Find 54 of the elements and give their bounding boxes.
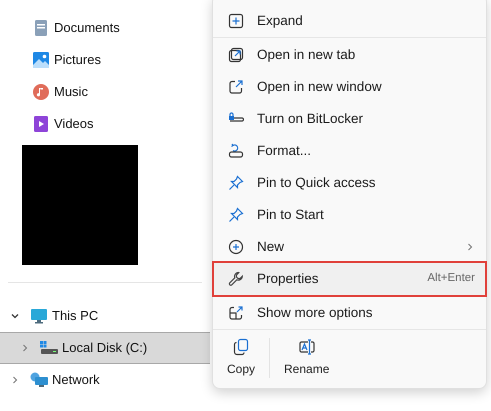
sidebar-item[interactable]: Pictures bbox=[0, 44, 210, 76]
pin-icon bbox=[228, 175, 244, 191]
video-icon bbox=[34, 116, 48, 132]
menu-item[interactable]: Properties Alt+Enter bbox=[214, 263, 485, 295]
tree-item-label: This PC bbox=[52, 307, 98, 326]
wrench-icon bbox=[228, 271, 244, 287]
menu-item-label: New bbox=[257, 238, 286, 256]
menu-item[interactable]: Open in new window bbox=[214, 71, 485, 103]
toolbar-button[interactable]: Rename bbox=[270, 336, 344, 380]
tree-item[interactable]: Network bbox=[0, 364, 210, 396]
menu-item[interactable]: Format... bbox=[214, 135, 485, 167]
toolbar-button[interactable]: Copy bbox=[213, 336, 270, 380]
menu-item[interactable]: New bbox=[214, 231, 485, 263]
sidebar-item[interactable]: Videos bbox=[0, 108, 210, 140]
menu-item[interactable]: Turn on BitLocker bbox=[214, 103, 485, 135]
menu-item[interactable]: Expand bbox=[214, 5, 485, 37]
menu-item[interactable]: Show more options bbox=[214, 297, 485, 329]
chevron-down-icon[interactable] bbox=[10, 311, 20, 321]
document-icon bbox=[35, 20, 47, 36]
shortcut-text: Alt+Enter bbox=[427, 271, 475, 286]
menu-item-label: Format... bbox=[257, 142, 312, 160]
menu-item[interactable]: Pin to Start bbox=[214, 199, 485, 231]
drive-icon bbox=[40, 341, 58, 355]
open-external-icon bbox=[228, 79, 244, 95]
pin-icon bbox=[228, 207, 244, 223]
sidebar-item[interactable]: Music bbox=[0, 76, 210, 108]
menu-item[interactable]: Open in new tab bbox=[214, 39, 485, 71]
tree-item[interactable]: This PC bbox=[0, 300, 210, 332]
sidebar-item[interactable]: Documents bbox=[0, 12, 210, 44]
picture-icon bbox=[33, 52, 49, 68]
menu-item-label: Show more options bbox=[257, 304, 374, 322]
menu-item-label: Turn on BitLocker bbox=[257, 110, 364, 128]
music-note-icon bbox=[33, 84, 49, 100]
menu-item-label: Pin to Start bbox=[257, 206, 325, 224]
menu-item-label: Properties bbox=[257, 270, 320, 288]
format-drive-icon bbox=[228, 143, 244, 159]
menu-item-label: Expand bbox=[257, 12, 304, 30]
menu-item[interactable]: Pin to Quick access bbox=[214, 167, 485, 199]
chevron-right-icon[interactable] bbox=[20, 343, 30, 353]
new-tab-icon bbox=[228, 47, 244, 63]
tree-item[interactable]: Local Disk (C:) bbox=[0, 332, 210, 364]
chevron-right-icon[interactable] bbox=[10, 375, 20, 385]
tree-item-label: Local Disk (C:) bbox=[62, 339, 148, 358]
plus-circle-icon bbox=[228, 239, 244, 255]
menu-item-label: Pin to Quick access bbox=[257, 174, 377, 192]
copy-icon bbox=[232, 338, 250, 356]
network-icon bbox=[30, 372, 48, 388]
menu-item-label: Open in new tab bbox=[257, 46, 356, 64]
tree-item-label: Network bbox=[52, 371, 100, 390]
monitor-icon bbox=[31, 308, 47, 324]
plus-square-icon bbox=[228, 13, 244, 29]
open-external-icon bbox=[228, 305, 244, 321]
menu-item-label: Open in new window bbox=[257, 78, 383, 96]
rename-icon bbox=[298, 338, 316, 356]
